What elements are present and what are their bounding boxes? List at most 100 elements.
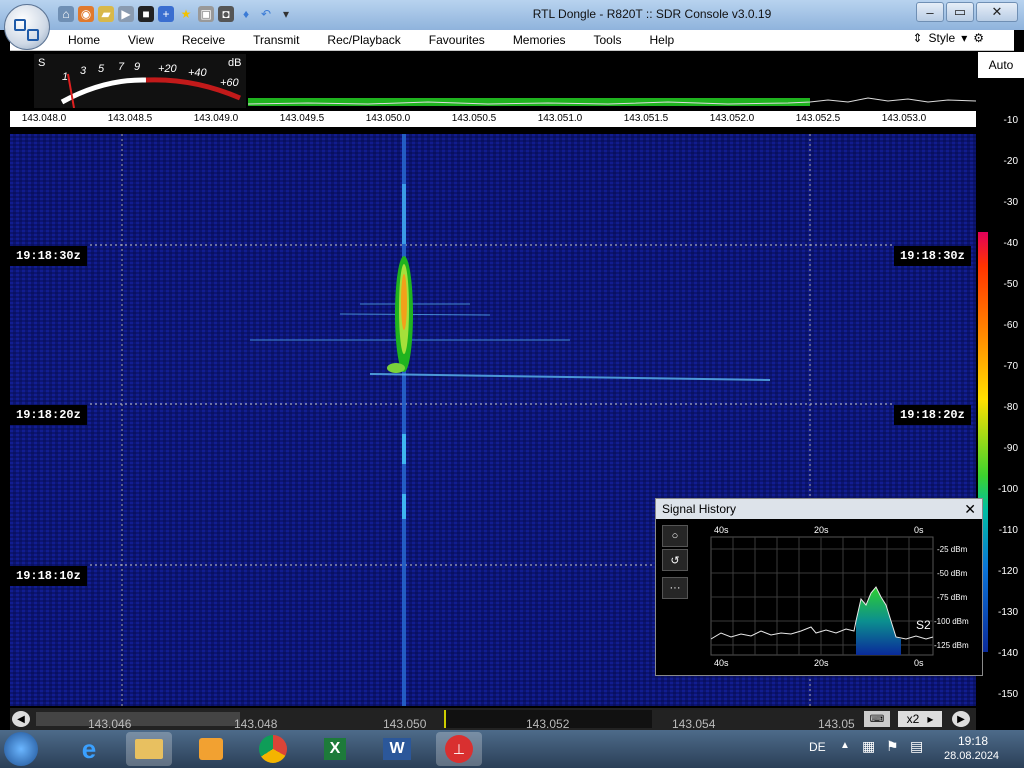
db-tick: -90 [1003,443,1018,454]
style-label: Style [928,31,956,45]
sh-time-top: 20s [814,525,829,535]
db-tick: -10 [1003,115,1018,126]
signal-history-title: Signal History [656,499,982,519]
maximize-button[interactable]: ▭ [946,2,974,22]
freq-tick: 143.050.0 [365,113,411,124]
sh-dbm-label: -75 dBm [937,593,968,602]
language-indicator[interactable]: DE [809,740,826,754]
db-tick: -50 [1003,279,1018,290]
meter-row: S dB 1 3 5 7 9 +20 +40 +60 [10,52,977,110]
style-updown-icon: ⇕ [912,31,923,45]
close-button[interactable]: ✕ [976,2,1018,22]
keyboard-icon[interactable]: ⌨ [864,711,890,727]
app-menu-button[interactable] [4,4,50,50]
menu-receive[interactable]: Receive [168,33,239,47]
signal-history-window: Signal History ✕ ○ ↺ ··· 40s 20s 0s 40s … [655,498,983,676]
show-hidden-icons-icon[interactable]: ▲ [840,740,850,751]
title-bar: ⌂ ◉ ▰ ▶ ■ + ★ ▣ ◘ ♦ ↶ ▾ RTL Dongle - R82… [0,0,1024,30]
auto-scale-button[interactable]: Auto [978,52,1024,78]
freq-tick: 143.048.5 [107,113,153,124]
timestamp-label: 19:18:30z [10,246,87,266]
scroller-freq: 143.054 [672,717,716,731]
s-meter: S dB 1 3 5 7 9 +20 +40 +60 [34,54,246,109]
freq-tick: 143.053.0 [881,113,927,124]
tray-network-icon[interactable]: ▤ [910,738,923,755]
menu-memories[interactable]: Memories [499,33,580,47]
scroller-freq: 143.050 [383,717,427,731]
db-label: dB [228,57,241,69]
scroller-freq: 143.048 [234,717,278,731]
internet-explorer-icon[interactable]: e [66,732,112,766]
db-tick: -70 [1003,361,1018,372]
s-scale-9: 9 [134,61,140,73]
frequency-scroller[interactable]: ◀ 143.046 143.048 143.050 143.052 143.05… [10,708,976,731]
sh-dbm-label: -100 dBm [934,617,969,626]
sh-dbm-label: -50 dBm [937,569,968,578]
close-icon[interactable]: ✕ [964,501,976,518]
menu-view[interactable]: View [114,33,168,47]
chrome-icon[interactable] [250,732,296,766]
window-controls: – ▭ ✕ [916,2,1018,22]
clock-date[interactable]: 28.08.2024 [944,750,999,762]
scroll-right-button[interactable]: ▶ [952,711,970,727]
chevron-right-icon: ▸ [927,712,934,726]
s-scale-1: 1 [62,71,68,83]
spectrum-trace [247,97,977,106]
tray-device-icon[interactable]: ▦ [862,738,875,755]
clock-time[interactable]: 19:18 [958,734,988,748]
db-tick: -100 [997,484,1018,495]
signal-history-chart: 40s 20s 0s 40s 20s 0s -25 dBm -50 dBm -7… [710,525,969,668]
freq-tick: 143.052.5 [795,113,841,124]
sh-dbm-label: -125 dBm [934,641,969,650]
file-explorer-icon[interactable] [126,732,172,766]
db-scale-40: +40 [188,67,208,79]
excel-icon[interactable]: X [312,732,358,766]
timestamp-label: 19:18:20z [894,405,971,425]
spectrum-display[interactable] [247,52,977,110]
s-scale-5: 5 [98,63,105,75]
timestamp-label: 19:18:20z [10,405,87,425]
media-player-icon[interactable] [188,732,234,766]
freq-tick: 143.051.5 [623,113,669,124]
sh-dbm-label: -25 dBm [937,545,968,554]
taskbar: e X W ⊥ DE ▲ ▦ ⚑ ▤ 19:18 28.08.2024 [0,730,1024,768]
menu-help[interactable]: Help [636,33,689,47]
sh-time-bottom: 40s [714,658,729,668]
start-button[interactable] [4,732,38,766]
db-tick: -20 [1003,156,1018,167]
sdr-console-icon[interactable]: ⊥ [436,732,482,766]
timestamp-label: 19:18:10z [10,566,87,586]
window-title: RTL Dongle - R820T :: SDR Console v3.0.1… [532,7,772,21]
scroll-left-button[interactable]: ◀ [12,711,30,727]
db-tick: -150 [997,689,1018,700]
tray-flag-icon[interactable]: ⚑ [886,738,899,755]
menu-tools[interactable]: Tools [580,33,636,47]
s-label: S [38,57,45,69]
db-tick: -30 [1003,197,1018,208]
menu-favourites[interactable]: Favourites [415,33,499,47]
record-icon[interactable]: ○ [662,525,688,547]
menu-rec-playback[interactable]: Rec/Playback [313,33,414,47]
s-meter-graphic: S dB 1 3 5 7 9 +20 +40 +60 [38,57,241,109]
db-tick: -80 [1003,402,1018,413]
settings-icon[interactable]: ⚙ [973,31,984,45]
word-icon[interactable]: W [374,732,420,766]
freq-tick: 143.049.5 [279,113,325,124]
freq-tick: 143.052.0 [709,113,755,124]
frequency-scale[interactable]: 143.048.0 143.048.5 143.049.0 143.049.5 … [10,111,976,127]
db-scale-20: +20 [158,63,178,75]
sh-s-reading: S2 [916,618,931,632]
menu-home[interactable]: Home [54,33,114,47]
reset-icon[interactable]: ↺ [662,549,688,571]
zoom-selector[interactable]: x2 ▸ [898,711,942,727]
style-selector[interactable]: ⇕ Style ▾ ⚙ [912,31,984,45]
sh-time-top: 0s [914,525,924,535]
scroller-freq: 143.046 [88,717,132,731]
db-tick: -60 [1003,320,1018,331]
menu-transmit[interactable]: Transmit [239,33,313,47]
minimize-button[interactable]: – [916,2,944,22]
db-scale-60: +60 [220,77,240,89]
more-options-icon[interactable]: ··· [662,577,688,599]
freq-tick: 143.049.0 [193,113,239,124]
timestamp-label: 19:18:30z [894,246,971,266]
